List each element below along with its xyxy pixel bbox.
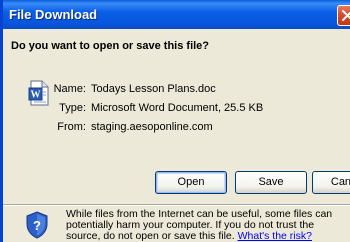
window-title: File Download: [9, 7, 98, 22]
whats-the-risk-link[interactable]: What's the risk?: [238, 230, 312, 242]
svg-text:?: ?: [33, 218, 41, 233]
save-button[interactable]: Save: [235, 171, 307, 194]
title-bar[interactable]: File Download: [3, 0, 350, 29]
file-type-value: Microsoft Word Document, 25.5 KB: [91, 102, 264, 114]
file-name-value: Todays Lesson Plans.doc: [91, 83, 216, 95]
from-label: From:: [57, 121, 86, 133]
file-source-value: staging.aesoponline.com: [91, 121, 213, 133]
open-button[interactable]: Open: [155, 171, 227, 194]
cancel-button[interactable]: Cancel: [312, 171, 350, 194]
name-label: Name:: [53, 83, 86, 95]
divider-highlight: [3, 205, 350, 206]
security-warning: While files from the Internet can be use…: [66, 209, 350, 242]
close-button[interactable]: [337, 5, 350, 26]
close-icon: [342, 10, 350, 21]
file-download-dialog: File Download Do you want to open or sav…: [0, 0, 350, 242]
dialog-question: Do you want to open or save this file?: [11, 40, 210, 52]
shield-question-icon: ?: [26, 211, 48, 239]
type-label: Type:: [59, 102, 86, 114]
